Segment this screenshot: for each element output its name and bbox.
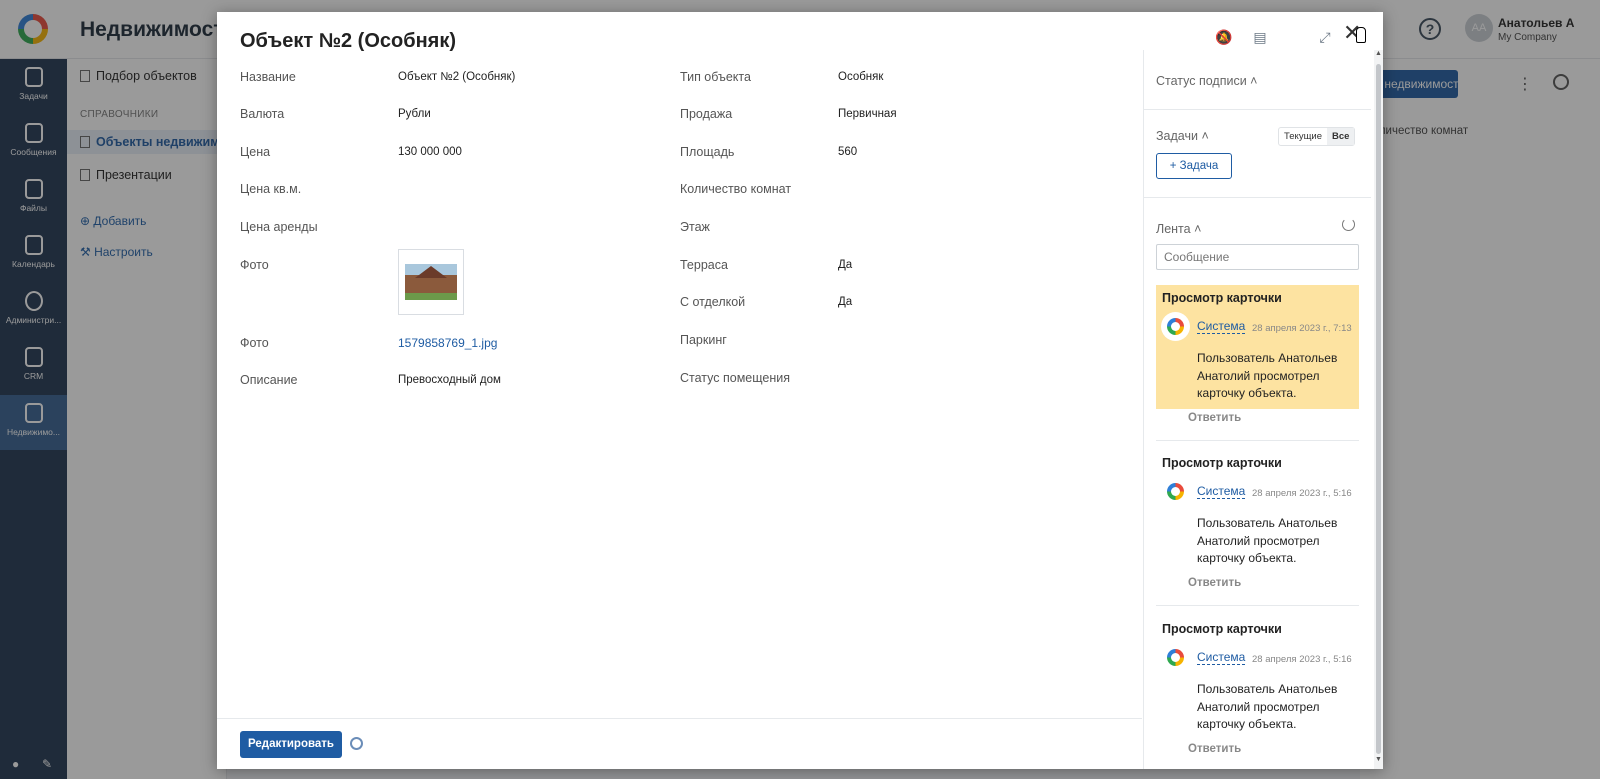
system-logo-icon bbox=[1167, 483, 1184, 500]
field-value-description: Превосходный дом bbox=[398, 374, 501, 386]
feed-entry-title: Просмотр карточки bbox=[1162, 291, 1282, 305]
field-label-sale: Продажа bbox=[680, 107, 733, 121]
field-label-parking: Паркинг bbox=[680, 333, 727, 347]
scroll-thumb[interactable] bbox=[1376, 64, 1381, 754]
object-card-modal: Объект №2 (Особняк) 🔕 ▤ ⤢ ✕ Название Объ… bbox=[217, 12, 1383, 769]
house-image bbox=[405, 264, 457, 300]
feed-entry-text: Пользователь Анатольев Анатолий просмотр… bbox=[1197, 516, 1338, 565]
field-label-terrace: Терраса bbox=[680, 258, 728, 272]
modal-title: Объект №2 (Особняк) bbox=[240, 30, 457, 52]
mouse-cursor-icon bbox=[1356, 27, 1366, 43]
field-label-premises-status: Статус помещения bbox=[680, 371, 791, 385]
system-logo-icon bbox=[1167, 318, 1184, 335]
panel-scrollbar[interactable]: ▲ ▼ bbox=[1374, 50, 1383, 769]
scroll-up-arrow-icon[interactable]: ▲ bbox=[1375, 50, 1382, 57]
field-label-rent-price: Цена аренды bbox=[240, 220, 318, 234]
field-label-photo-file: Фото bbox=[240, 336, 269, 350]
feed-entry-text: Пользователь Анатольев Анатолий просмотр… bbox=[1197, 682, 1338, 731]
field-label-area: Площадь bbox=[680, 145, 735, 159]
tasks-filter-current[interactable]: Текущие bbox=[1279, 128, 1327, 145]
feed-entry: Просмотр карточки Система 28 апреля 2023… bbox=[1156, 450, 1359, 570]
field-label-object-type: Тип объекта bbox=[680, 70, 751, 84]
reply-link[interactable]: Ответить bbox=[1188, 412, 1241, 424]
reply-link[interactable]: Ответить bbox=[1188, 743, 1241, 755]
feed-entry-date: 28 апреля 2023 г., 5:16 bbox=[1252, 488, 1352, 499]
field-value-terrace: Да bbox=[838, 259, 853, 271]
feed-entry: Просмотр карточки Система 28 апреля 2023… bbox=[1156, 285, 1359, 409]
tasks-filter-segment: Текущие Все bbox=[1278, 127, 1356, 146]
signature-status-toggle[interactable]: Статус подписи ˄ bbox=[1156, 74, 1257, 88]
modal-footer: Редактировать bbox=[217, 718, 1142, 769]
photo-thumbnail[interactable] bbox=[398, 249, 464, 315]
feed-entry: Просмотр карточки Система 28 апреля 2023… bbox=[1156, 616, 1359, 736]
feed-divider bbox=[1156, 605, 1359, 606]
document-export-icon[interactable]: ▤ bbox=[1251, 28, 1269, 46]
feed-entry-date: 28 апреля 2023 г., 7:13 bbox=[1252, 323, 1352, 334]
photo-file-link[interactable]: 1579858769_1.jpg bbox=[398, 336, 497, 350]
field-label-currency: Валюта bbox=[240, 107, 285, 121]
field-label-finishing: С отделкой bbox=[680, 295, 746, 309]
field-value-price: 130 000 000 bbox=[398, 146, 462, 158]
feed-entry-title: Просмотр карточки bbox=[1162, 456, 1282, 470]
tasks-filter-all[interactable]: Все bbox=[1326, 128, 1355, 145]
feed-entry-date: 28 апреля 2023 г., 5:16 bbox=[1252, 654, 1352, 665]
field-value-name: Объект №2 (Особняк) bbox=[398, 71, 516, 83]
feed-divider bbox=[1156, 440, 1359, 441]
footer-settings-gear-icon[interactable] bbox=[350, 737, 363, 750]
field-value-object-type: Особняк bbox=[838, 71, 884, 83]
system-logo-icon bbox=[1167, 649, 1184, 666]
field-label-price: Цена bbox=[240, 145, 271, 159]
tasks-toggle[interactable]: Задачи ˄ bbox=[1156, 129, 1209, 143]
message-input[interactable] bbox=[1156, 244, 1359, 270]
field-value-currency: Рубли bbox=[398, 108, 431, 120]
field-value-area: 560 bbox=[838, 146, 858, 158]
scroll-down-arrow-icon[interactable]: ▼ bbox=[1375, 756, 1382, 763]
field-label-price-sqm: Цена кв.м. bbox=[240, 182, 302, 196]
field-label-description: Описание bbox=[240, 373, 298, 387]
feed-entry-author[interactable]: Система bbox=[1197, 651, 1246, 665]
panel-divider bbox=[1144, 109, 1371, 110]
field-label-rooms: Количество комнат bbox=[680, 182, 792, 196]
feed-entry-author[interactable]: Система bbox=[1197, 320, 1246, 334]
feed-toggle[interactable]: Лента ˄ bbox=[1156, 222, 1201, 236]
edit-button[interactable]: Редактировать bbox=[240, 731, 342, 758]
add-task-button[interactable]: + Задача bbox=[1156, 153, 1232, 179]
expand-icon[interactable]: ⤢ bbox=[1316, 28, 1334, 46]
feed-entry-text: Пользователь Анатольев Анатолий просмотр… bbox=[1197, 351, 1338, 400]
field-label-photo: Фото bbox=[240, 258, 269, 272]
field-value-finishing: Да bbox=[838, 296, 853, 308]
field-value-sale: Первичная bbox=[838, 108, 897, 120]
field-label-floor: Этаж bbox=[680, 220, 710, 234]
activity-panel: Статус подписи ˄ Задачи ˄ Текущие Все + … bbox=[1143, 50, 1371, 769]
feed-entry-title: Просмотр карточки bbox=[1162, 622, 1282, 636]
refresh-icon[interactable] bbox=[1342, 218, 1355, 231]
feed-entry-author[interactable]: Система bbox=[1197, 485, 1246, 499]
field-label-name: Название bbox=[240, 70, 296, 84]
notifications-off-icon[interactable]: 🔕 bbox=[1215, 28, 1233, 46]
reply-link[interactable]: Ответить bbox=[1188, 577, 1241, 589]
panel-divider bbox=[1144, 197, 1371, 198]
